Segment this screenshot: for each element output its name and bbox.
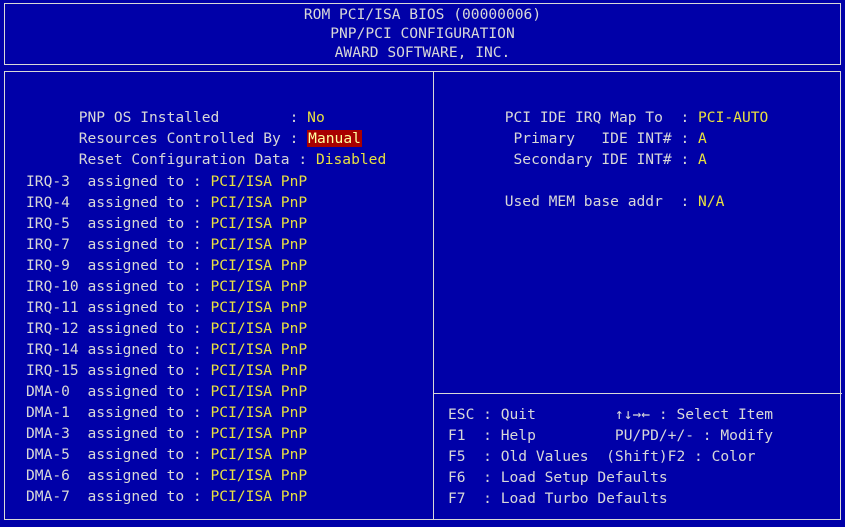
resource-assignment-label: DMA-0 assigned to : xyxy=(26,383,211,400)
config-panel: PNP OS Installed : No Resources Controll… xyxy=(4,71,842,520)
resource-assignment-value[interactable]: PCI/ISA PnP xyxy=(211,488,308,505)
vendor-name: AWARD SOFTWARE, INC. xyxy=(334,44,511,61)
resource-assignment-label: IRQ-9 assigned to : xyxy=(26,257,211,274)
resource-assignment-value[interactable]: PCI/ISA PnP xyxy=(211,425,308,442)
resource-assignment-label: IRQ-4 assigned to : xyxy=(26,194,211,211)
used-mem-base-addr-label: Used MEM base addr : xyxy=(504,193,699,210)
resource-assignment-label: IRQ-12 assigned to : xyxy=(26,320,211,337)
help-help-modify: F1 : Help PU/PD/+/- : Modify xyxy=(448,427,774,444)
resource-assignment-value[interactable]: PCI/ISA PnP xyxy=(211,194,308,211)
vertical-divider xyxy=(433,72,434,519)
resource-assignment-row[interactable]: DMA-1 assigned to : PCI/ISA PnP xyxy=(26,403,307,423)
resource-assignment-label: IRQ-5 assigned to : xyxy=(26,215,211,232)
resource-assignment-label: IRQ-15 assigned to : xyxy=(26,362,211,379)
bios-header: ROM PCI/ISA BIOS (00000006) PNP/PCI CONF… xyxy=(4,3,841,65)
help-old-values-color: F5 : Old Values (Shift)F2 : Color xyxy=(448,448,756,465)
resource-assignment-value[interactable]: PCI/ISA PnP xyxy=(211,383,308,400)
resource-assignment-label: DMA-3 assigned to : xyxy=(26,425,211,442)
reset-configuration-data-value[interactable]: Disabled xyxy=(316,151,386,168)
resource-assignment-row[interactable]: IRQ-3 assigned to : PCI/ISA PnP xyxy=(26,172,307,192)
resource-assignment-row[interactable]: IRQ-15 assigned to : PCI/ISA PnP xyxy=(26,361,307,381)
reset-configuration-data-label: Reset Configuration Data : xyxy=(78,151,316,168)
secondary-ide-int-label: Secondary IDE INT# : xyxy=(504,151,699,168)
resource-assignment-label: IRQ-3 assigned to : xyxy=(26,173,211,190)
resource-assignment-row[interactable]: IRQ-14 assigned to : PCI/ISA PnP xyxy=(26,340,307,360)
resource-assignment-row[interactable]: IRQ-9 assigned to : PCI/ISA PnP xyxy=(26,256,307,276)
bios-screen: ROM PCI/ISA BIOS (00000006) PNP/PCI CONF… xyxy=(0,0,845,527)
resource-assignment-row[interactable]: IRQ-10 assigned to : PCI/ISA PnP xyxy=(26,277,307,297)
resource-assignment-row[interactable]: IRQ-5 assigned to : PCI/ISA PnP xyxy=(26,214,307,234)
used-mem-base-addr-option[interactable]: Used MEM base addr : N/A xyxy=(452,172,725,210)
help-load-setup-defaults: F6 : Load Setup Defaults xyxy=(448,469,668,486)
resource-assignment-label: DMA-7 assigned to : xyxy=(26,488,211,505)
pci-ide-irq-map-value[interactable]: PCI-AUTO xyxy=(698,109,768,126)
resource-assignment-label: DMA-6 assigned to : xyxy=(26,467,211,484)
resource-assignment-row[interactable]: IRQ-7 assigned to : PCI/ISA PnP xyxy=(26,235,307,255)
resource-assignment-label: IRQ-7 assigned to : xyxy=(26,236,211,253)
resource-assignment-value[interactable]: PCI/ISA PnP xyxy=(211,278,308,295)
resource-assignment-label: DMA-1 assigned to : xyxy=(26,404,211,421)
secondary-ide-int-option[interactable]: Secondary IDE INT# : A xyxy=(452,130,707,168)
resource-assignment-value[interactable]: PCI/ISA PnP xyxy=(211,362,308,379)
resource-assignment-value[interactable]: PCI/ISA PnP xyxy=(211,467,308,484)
resource-assignment-row[interactable]: DMA-7 assigned to : PCI/ISA PnP xyxy=(26,487,307,507)
help-quit-select: ESC : Quit ↑↓→← : Select Item xyxy=(448,406,774,423)
pci-ide-irq-map-option[interactable]: PCI IDE IRQ Map To : PCI-AUTO xyxy=(452,88,769,126)
help-divider xyxy=(433,393,842,394)
resource-assignment-value[interactable]: PCI/ISA PnP xyxy=(211,215,308,232)
resource-assignment-label: IRQ-10 assigned to : xyxy=(26,278,211,295)
resource-assignment-value[interactable]: PCI/ISA PnP xyxy=(211,236,308,253)
primary-ide-int-option[interactable]: Primary IDE INT# : A xyxy=(452,109,707,147)
resource-assignment-row[interactable]: DMA-5 assigned to : PCI/ISA PnP xyxy=(26,445,307,465)
reset-configuration-data-option[interactable]: Reset Configuration Data : Disabled xyxy=(26,130,387,168)
resource-assignment-row[interactable]: IRQ-4 assigned to : PCI/ISA PnP xyxy=(26,193,307,213)
resource-assignment-value[interactable]: PCI/ISA PnP xyxy=(211,173,308,190)
bios-title: ROM PCI/ISA BIOS (00000006) xyxy=(303,6,542,23)
resources-controlled-by-option[interactable]: Resources Controlled By : Manual xyxy=(26,109,362,147)
resource-assignment-value[interactable]: PCI/ISA PnP xyxy=(211,257,308,274)
secondary-ide-int-value[interactable]: A xyxy=(698,151,707,168)
resource-assignment-row[interactable]: DMA-0 assigned to : PCI/ISA PnP xyxy=(26,382,307,402)
resource-assignment-row[interactable]: DMA-6 assigned to : PCI/ISA PnP xyxy=(26,466,307,486)
resource-assignment-label: IRQ-14 assigned to : xyxy=(26,341,211,358)
resource-assignment-value[interactable]: PCI/ISA PnP xyxy=(211,446,308,463)
resource-assignment-label: DMA-5 assigned to : xyxy=(26,446,211,463)
resource-assignment-row[interactable]: IRQ-12 assigned to : PCI/ISA PnP xyxy=(26,319,307,339)
help-load-turbo-defaults: F7 : Load Turbo Defaults xyxy=(448,490,668,507)
used-mem-base-addr-value[interactable]: N/A xyxy=(698,193,724,210)
resource-assignment-label: IRQ-11 assigned to : xyxy=(26,299,211,316)
resource-assignment-value[interactable]: PCI/ISA PnP xyxy=(211,404,308,421)
resource-assignment-value[interactable]: PCI/ISA PnP xyxy=(211,320,308,337)
resource-assignment-row[interactable]: DMA-3 assigned to : PCI/ISA PnP xyxy=(26,424,307,444)
pnp-os-installed-option[interactable]: PNP OS Installed : No xyxy=(26,88,325,126)
resource-assignment-value[interactable]: PCI/ISA PnP xyxy=(211,341,308,358)
resource-assignment-row[interactable]: IRQ-11 assigned to : PCI/ISA PnP xyxy=(26,298,307,318)
page-title: PNP/PCI CONFIGURATION xyxy=(330,25,515,42)
resource-assignment-value[interactable]: PCI/ISA PnP xyxy=(211,299,308,316)
